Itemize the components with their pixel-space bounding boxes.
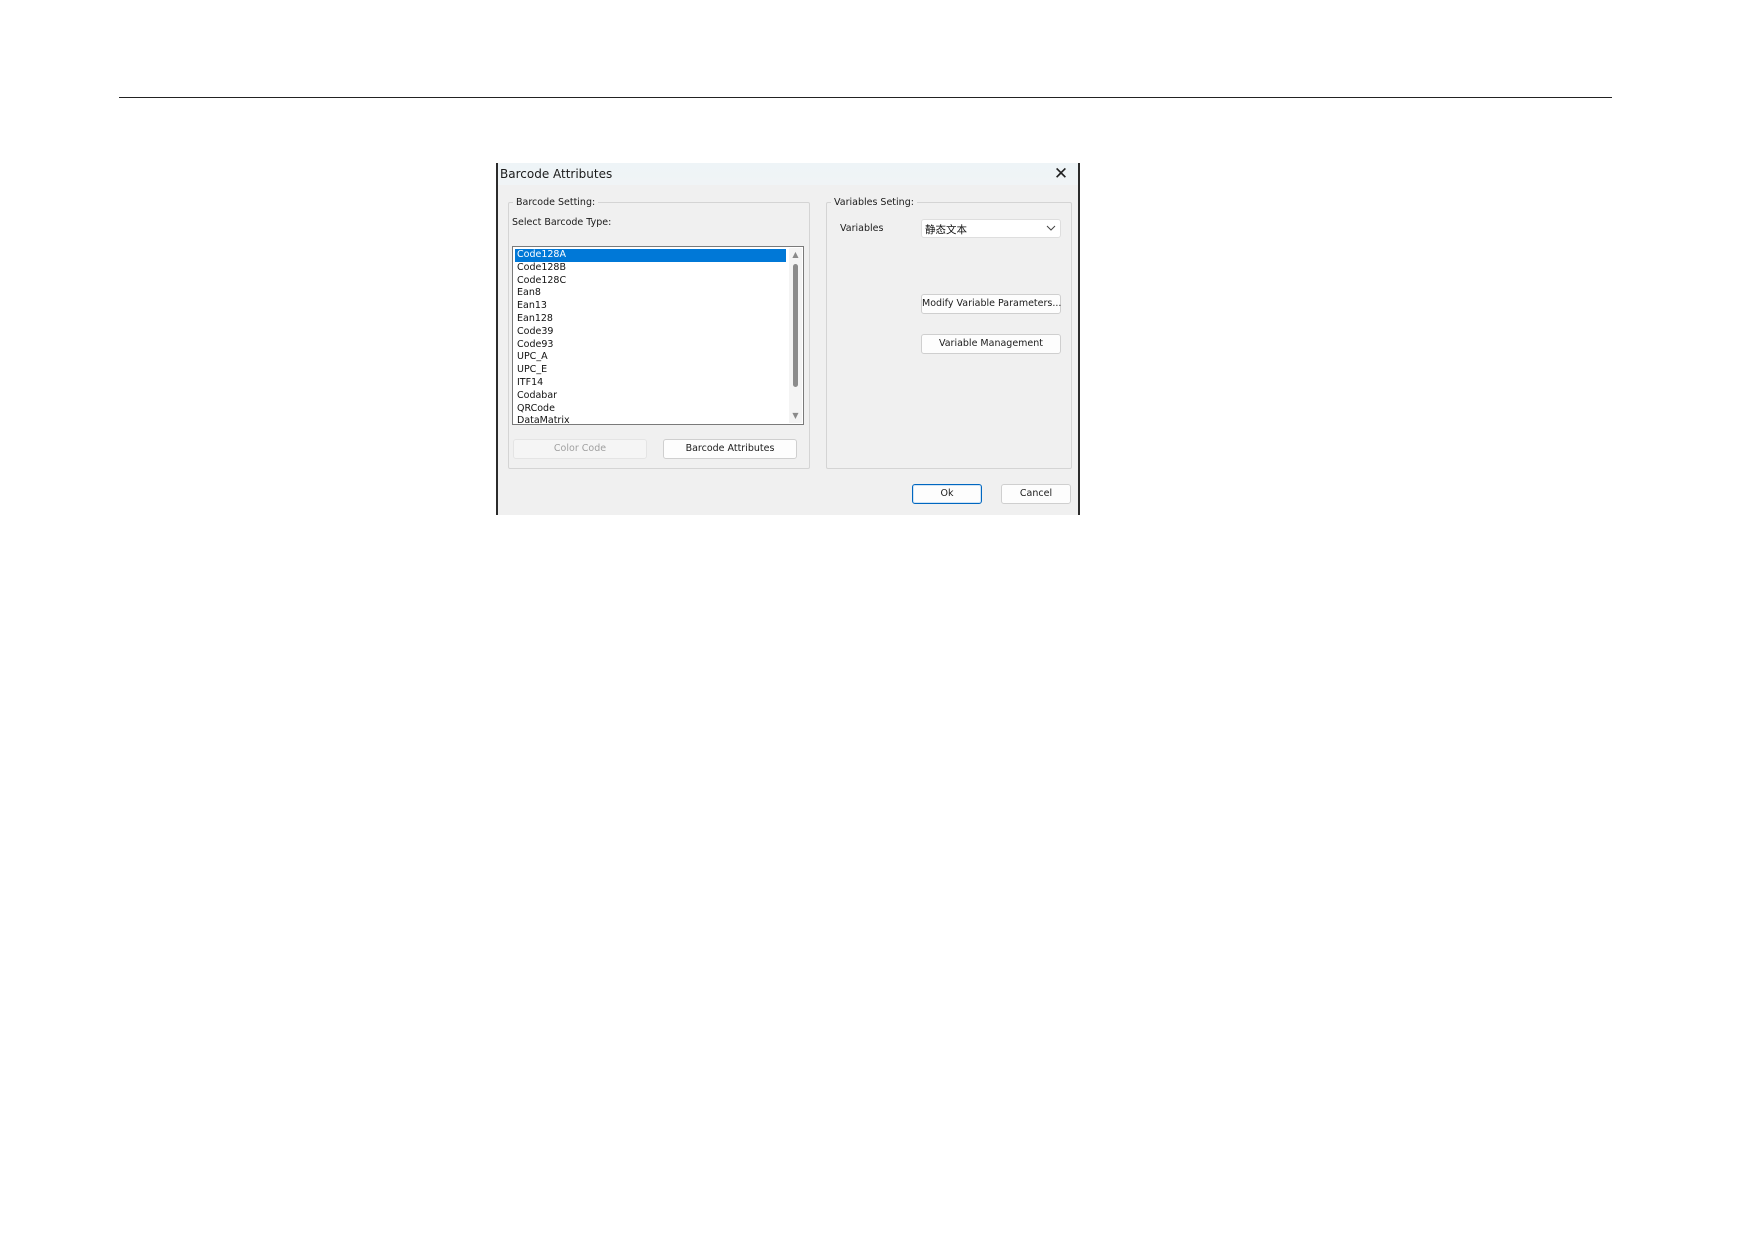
barcode-type-listbox[interactable]: Code128A Code128B Code128C Ean8 Ean13 Ean128 C… [512,246,804,425]
listbox-scrollbar[interactable]: ▲ ▼ [789,248,802,423]
barcode-type-item[interactable]: Code93 [515,339,786,352]
barcode-type-item[interactable]: UPC_E [515,364,786,377]
barcode-type-item[interactable]: DataMatrix [515,415,786,424]
barcode-type-item[interactable]: Code39 [515,326,786,339]
variables-dropdown[interactable]: 静态文本 [921,219,1061,238]
scroll-up-arrow-icon[interactable]: ▲ [789,249,802,261]
barcode-attributes-button[interactable]: Barcode Attributes [663,439,797,459]
barcode-type-item[interactable]: Ean128 [515,313,786,326]
barcode-type-item[interactable]: Code128B [515,262,786,275]
modify-variable-parameters-button[interactable]: Modify Variable Parameters... [921,294,1061,314]
barcode-attributes-dialog: Barcode Attributes ✕ Barcode Setting: Se… [496,163,1080,515]
dialog-title: Barcode Attributes [500,167,613,181]
page-header-rule [119,97,1612,98]
barcode-type-item[interactable]: Ean8 [515,287,786,300]
barcode-type-item[interactable]: Codabar [515,390,786,403]
ok-button[interactable]: Ok [912,484,982,504]
barcode-type-item[interactable]: QRCode [515,403,786,416]
cancel-button[interactable]: Cancel [1001,484,1071,504]
variables-dropdown-value: 静态文本 [925,224,967,236]
scroll-down-arrow-icon[interactable]: ▼ [789,410,802,422]
variables-setting-legend: Variables Seting: [834,197,914,208]
barcode-type-list: Code128A Code128B Code128C Ean8 Ean13 Ean128 C… [515,249,786,424]
barcode-setting-legend: Barcode Setting: [516,197,596,208]
close-icon[interactable]: ✕ [1052,165,1070,183]
barcode-type-item[interactable]: UPC_A [515,351,786,364]
barcode-type-item[interactable]: Code128C [515,275,786,288]
dialog-titlebar[interactable]: Barcode Attributes ✕ [498,163,1078,185]
barcode-type-item[interactable]: ITF14 [515,377,786,390]
variables-label: Variables [840,223,884,234]
select-barcode-type-label: Select Barcode Type: [512,217,612,228]
barcode-type-item[interactable]: Code128A [515,249,786,262]
chevron-down-icon [1046,225,1056,231]
barcode-type-item[interactable]: Ean13 [515,300,786,313]
variable-management-button[interactable]: Variable Management [921,334,1061,354]
scrollbar-thumb[interactable] [793,264,798,387]
color-code-button[interactable]: Color Code [513,439,647,459]
